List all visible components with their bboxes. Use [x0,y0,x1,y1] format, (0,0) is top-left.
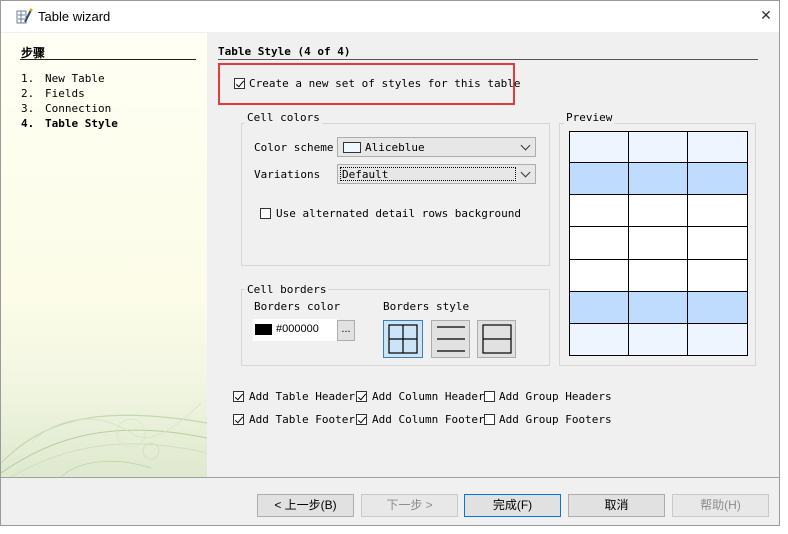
preview-cell [627,194,689,228]
border-style-horizontal-button[interactable] [431,320,470,358]
step-2-label: Fields [45,87,85,100]
step-3-number: 3. [21,102,35,115]
steps-panel: 步骤 1. New Table 2. Fields 3. Connection … [1,33,207,477]
color-scheme-dropdown[interactable]: Aliceblue [337,137,536,157]
add-table-footer-checkbox[interactable] [233,414,244,425]
footer-divider [1,477,779,478]
step-4-number: 4. [21,117,35,130]
preview-label: Preview [564,111,615,124]
horizontal-lines-icon [437,326,465,352]
chevron-down-icon [520,167,531,178]
preview-cell [687,162,748,196]
color-scheme-value: Aliceblue [365,141,425,154]
add-group-headers-checkbox[interactable] [484,391,495,402]
border-style-box-button[interactable] [477,320,516,358]
preview-cell [627,322,689,356]
preview-table [569,131,748,356]
cell-colors-group-label: Cell colors [245,111,322,124]
add-column-footer-label: Add Column Footer [372,413,485,426]
create-styles-checkbox[interactable] [234,78,245,89]
variations-label: Variations [254,168,321,181]
preview-cell [687,226,748,260]
borders-color-label: Borders color [254,300,341,313]
content-area: Table Style (4 of 4) Create a new set of… [207,33,779,477]
help-button[interactable]: 帮助(H) [672,494,769,517]
borders-color-value: #000000 [276,323,319,335]
preview-cell [627,226,689,260]
preview-cell [569,226,629,260]
step-1-number: 1. [21,72,35,85]
add-table-header-label: Add Table Header [249,390,355,403]
chevron-down-icon [520,140,531,151]
close-icon[interactable]: ✕ [756,7,776,24]
color-scheme-label: Color scheme [254,141,334,154]
browse-color-button[interactable]: ... [337,320,355,341]
add-group-footers-label: Add Group Footers [499,413,612,426]
preview-cell [687,322,748,356]
title-divider [218,59,758,60]
steps-divider [20,59,196,60]
preview-cell [627,131,689,164]
preview-cell [569,290,629,324]
step-2-number: 2. [21,87,35,100]
preview-cell [627,162,689,196]
alternated-rows-checkbox[interactable] [260,208,271,219]
table-wizard-window: Table wizard ✕ 步骤 1. New Table 2. Fields… [0,0,780,526]
preview-cell [569,194,629,228]
add-table-footer-label: Add Table Footer [249,413,355,426]
preview-cell [687,194,748,228]
add-group-headers-label: Add Group Headers [499,390,612,403]
color-swatch [343,142,361,153]
box-border-icon [482,324,512,354]
alternated-rows-label: Use alternated detail rows background [276,207,522,220]
app-icon [16,8,33,24]
preview-cell [687,290,748,324]
cancel-button[interactable]: 取消 [568,494,665,517]
decorative-swirl-graphic [1,402,207,477]
preview-cell [569,162,629,196]
cell-borders-group-label: Cell borders [245,283,329,296]
step-1-label: New Table [45,72,105,85]
preview-cell [687,258,748,292]
grid-all-borders-icon [388,324,418,354]
border-style-all-button[interactable] [383,320,423,358]
add-table-header-checkbox[interactable] [233,391,244,402]
add-column-header-label: Add Column Header [372,390,485,403]
next-button[interactable]: 下一步 > [361,494,458,517]
add-group-footers-checkbox[interactable] [484,414,495,425]
add-column-footer-checkbox[interactable] [356,414,367,425]
title-bar: Table wizard ✕ [1,1,779,32]
variations-dropdown[interactable]: Default [337,164,536,184]
preview-cell [569,322,629,356]
page-title: Table Style (4 of 4) [218,45,351,58]
step-3-label: Connection [45,102,112,115]
add-column-header-checkbox[interactable] [356,391,367,402]
preview-cell [627,258,689,292]
preview-cell [569,258,629,292]
borders-color-field[interactable]: #000000 [253,319,337,341]
back-button[interactable]: < 上一步(B) [257,494,354,517]
step-4-label-current: Table Style [45,117,118,130]
border-color-swatch [255,324,272,335]
preview-cell [627,290,689,324]
window-title: Table wizard [38,9,111,24]
finish-button[interactable]: 完成(F) [464,494,561,517]
borders-style-label: Borders style [383,300,470,313]
preview-cell [569,131,629,164]
preview-cell [687,131,748,164]
variations-value: Default [342,168,389,181]
create-styles-label: Create a new set of styles for this tabl… [249,77,521,90]
